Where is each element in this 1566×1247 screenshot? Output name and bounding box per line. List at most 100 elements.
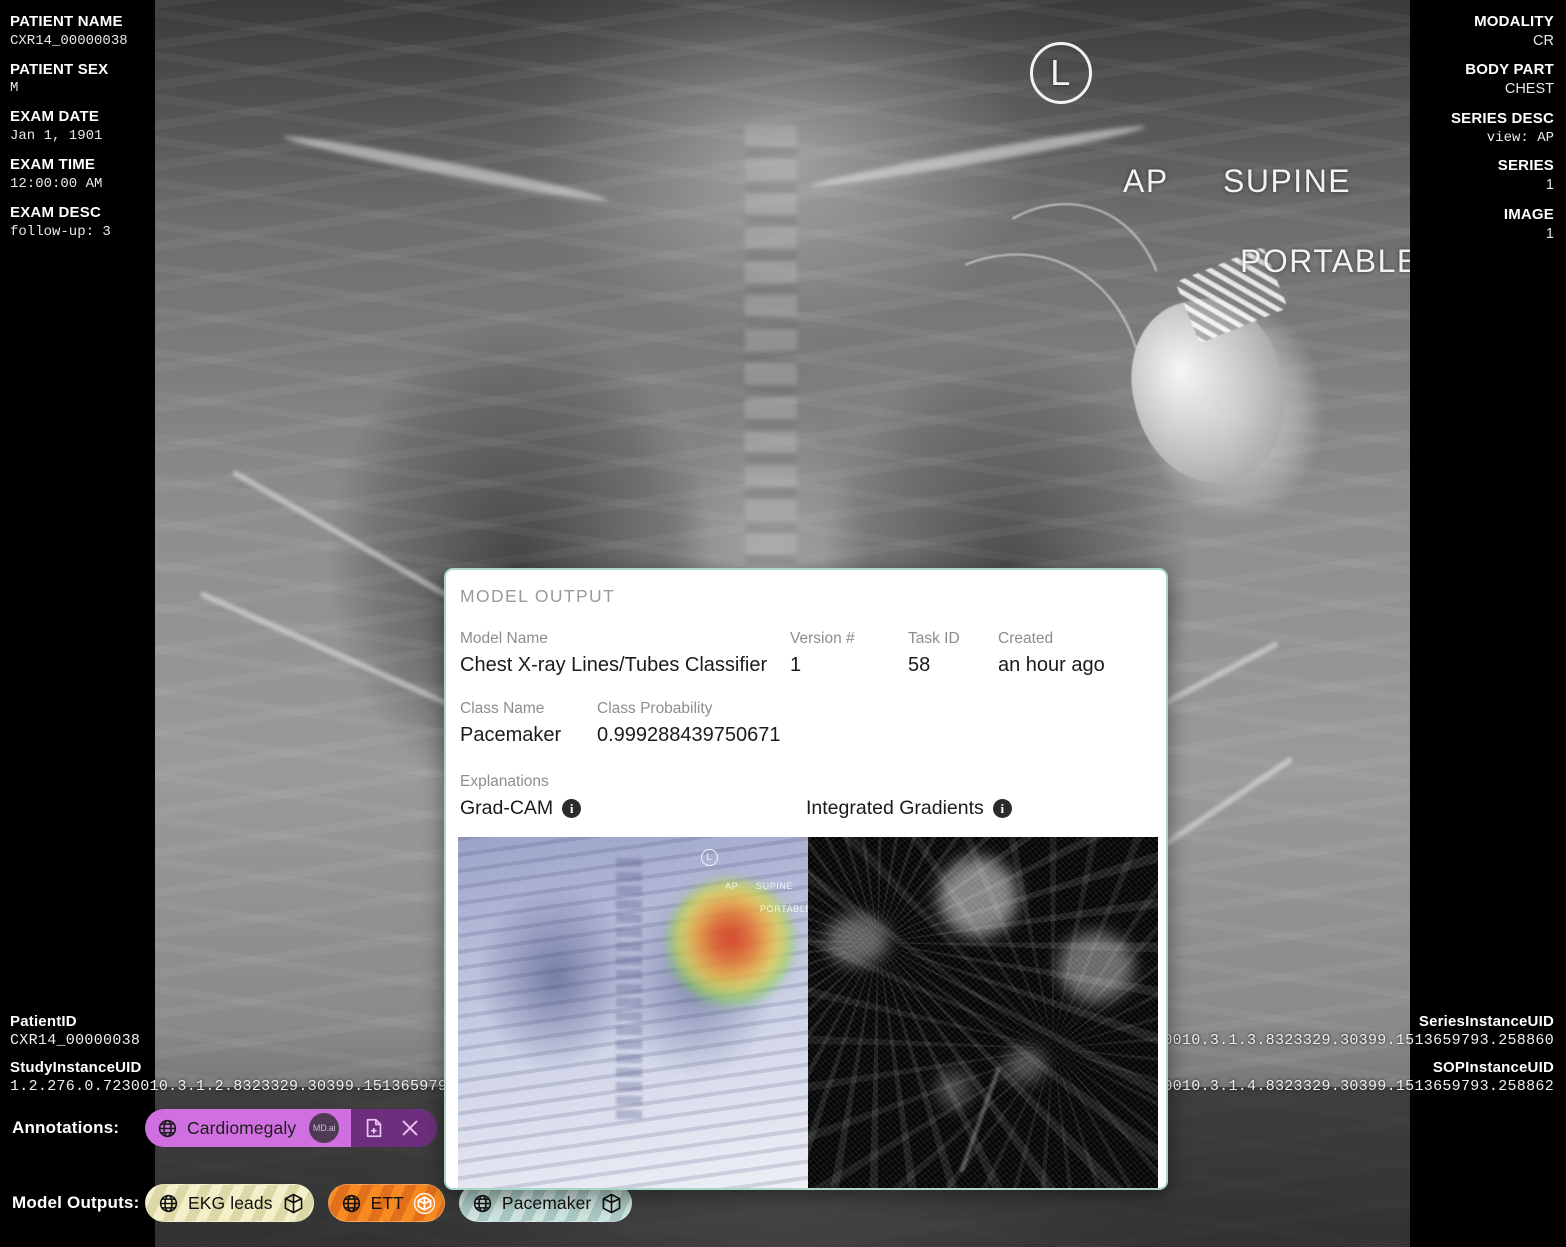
- meta-item-image: IMAGE 1: [1451, 205, 1554, 244]
- info-icon[interactable]: i: [562, 799, 582, 818]
- field-label: Class Name: [460, 700, 545, 717]
- ig-cluster-right: [1058, 932, 1134, 1002]
- projection-marker: AP: [1123, 163, 1169, 199]
- field-task-id: Task ID 58: [908, 630, 998, 677]
- model-output-modal[interactable]: MODEL OUTPUT Model Name Chest X-ray Line…: [444, 568, 1168, 1190]
- field-label: Task ID: [908, 630, 960, 647]
- ig-cluster-lower-left: [936, 1069, 972, 1109]
- field-version: Version # 1: [790, 630, 908, 677]
- meta-label: SOPInstanceUID: [1432, 1059, 1554, 1077]
- gradcam-image[interactable]: L AP SUPINE PORTABLE: [458, 837, 808, 1188]
- globe-icon: [472, 1193, 493, 1214]
- meta-value: 1: [1545, 177, 1554, 194]
- meta-label: StudyInstanceUID: [10, 1059, 142, 1077]
- cube-icon[interactable]: [413, 1192, 436, 1215]
- integrated-gradients-image[interactable]: [808, 837, 1158, 1188]
- explanations-header-row: Grad-CAM i Integrated Gradients i: [460, 797, 1152, 820]
- cube-icon[interactable]: [600, 1192, 623, 1215]
- uid-item-sop-instance-uid: SOPInstanceUID 0.7230010.3.1.4.8323329.3…: [1117, 1058, 1554, 1095]
- meta-item-series: SERIES 1: [1451, 156, 1554, 195]
- field-value: Chest X-ray Lines/Tubes Classifier: [460, 654, 768, 676]
- globe-icon: [158, 1193, 179, 1214]
- meta-label: SERIES: [1497, 157, 1554, 175]
- meta-item-patient-sex: PATIENT SEX M: [10, 60, 128, 99]
- annotation-chip-cardiomegaly[interactable]: Cardiomegaly MD.ai: [145, 1109, 438, 1147]
- meta-value: follow-up: 3: [10, 223, 111, 240]
- meta-value: CR: [1533, 32, 1554, 49]
- modal-body: Model Name Chest X-ray Lines/Tubes Class…: [446, 630, 1166, 820]
- position-marker: SUPINE: [1223, 163, 1352, 199]
- explanation-header-integrated-gradients: Integrated Gradients i: [806, 797, 1152, 820]
- gradcam-projection-marker: AP: [725, 881, 739, 891]
- meta-value: M: [10, 80, 19, 97]
- meta-item-series-desc: SERIES DESC view: AP: [1451, 109, 1554, 148]
- meta-label: PATIENT NAME: [10, 13, 123, 30]
- field-class-name: Class Name Pacemaker: [460, 700, 597, 747]
- meta-label: MODALITY: [1474, 13, 1554, 30]
- explanation-header-gradcam: Grad-CAM i: [460, 797, 806, 820]
- gradcam-laterality-marker-icon: L: [701, 849, 718, 866]
- meta-value: 1: [1545, 225, 1554, 242]
- meta-label: SeriesInstanceUID: [1418, 1013, 1554, 1031]
- model-chip-label: EKG leads: [188, 1192, 273, 1213]
- annotation-chip-actions: [351, 1109, 438, 1147]
- meta-item-exam-desc: EXAM DESC follow-up: 3: [10, 203, 128, 242]
- meta-value: 12:00:00 AM: [10, 175, 103, 192]
- modal-field-row-class: Class Name Pacemaker Class Probability 0…: [460, 700, 1152, 747]
- field-label: Created: [998, 630, 1054, 647]
- study-metadata-panel: MODALITY CR BODY PART CHEST SERIES DESC …: [1451, 12, 1554, 253]
- dicom-viewer: L AP SUPINE PORTABLE PATIENT NAME CXR14_…: [0, 0, 1566, 1247]
- model-chip-body[interactable]: EKG leads: [146, 1185, 313, 1221]
- meta-value: view: AP: [1486, 129, 1554, 146]
- model-chip-label: Pacemaker: [501, 1192, 592, 1213]
- annotation-chip-body[interactable]: Cardiomegaly MD.ai: [145, 1109, 351, 1147]
- field-label: Model Name: [460, 630, 548, 647]
- uid-item-patient-id: PatientID CXR14_00000038: [10, 1012, 503, 1049]
- meta-value: Jan 1, 1901: [10, 128, 103, 145]
- field-label: Class Probability: [597, 700, 713, 717]
- meta-label: EXAM DATE: [10, 108, 100, 126]
- explanation-title: Grad-CAM: [460, 797, 554, 819]
- modal-field-row-primary: Model Name Chest X-ray Lines/Tubes Class…: [460, 630, 1152, 677]
- meta-label: EXAM DESC: [10, 203, 101, 221]
- meta-value: 0.7230010.3.1.4.8323329.30399.1513659793…: [1116, 1078, 1554, 1095]
- meta-item-modality: MODALITY CR: [1451, 12, 1554, 51]
- meta-label: EXAM TIME: [10, 156, 96, 174]
- model-chip-body[interactable]: ETT: [329, 1185, 444, 1221]
- model-outputs-label: Model Outputs:: [12, 1193, 140, 1212]
- field-value: 1: [790, 654, 802, 676]
- uid-item-series-instance-uid: SeriesInstanceUID 0.7230010.3.1.3.832332…: [1117, 1012, 1554, 1049]
- info-icon[interactable]: i: [992, 799, 1012, 818]
- model-chip-body[interactable]: Pacemaker: [460, 1185, 631, 1221]
- meta-label: SERIES DESC: [1450, 109, 1554, 127]
- laterality-marker-icon: L: [1030, 42, 1092, 104]
- uid-item-study-instance-uid: StudyInstanceUID 1.2.276.0.7230010.3.1.2…: [10, 1058, 503, 1095]
- globe-icon: [157, 1118, 178, 1139]
- meta-value: CXR14_00000038: [10, 32, 128, 49]
- ig-cluster-mid: [1004, 1047, 1046, 1083]
- meta-item-exam-time: EXAM TIME 12:00:00 AM: [10, 155, 128, 194]
- field-label: Version #: [790, 630, 855, 647]
- cube-icon[interactable]: [282, 1192, 305, 1215]
- meta-label: BODY PART: [1465, 61, 1554, 79]
- series-uid-panel: SeriesInstanceUID 0.7230010.3.1.3.832332…: [1117, 1012, 1554, 1095]
- model-output-chip-ekg-leads[interactable]: EKG leads: [145, 1184, 314, 1222]
- explanation-images: L AP SUPINE PORTABLE: [458, 837, 1158, 1188]
- gradcam-technique-marker: PORTABLE: [760, 904, 808, 914]
- avatar[interactable]: MD.ai: [309, 1113, 340, 1143]
- gradcam-hotspot: [668, 879, 794, 1006]
- meta-label: PatientID: [10, 1013, 77, 1031]
- meta-label: IMAGE: [1503, 205, 1554, 223]
- ig-cluster-top-center: [938, 857, 1018, 937]
- meta-value: CXR14_00000038: [10, 1032, 141, 1050]
- close-icon[interactable]: [399, 1117, 421, 1139]
- add-to-dataset-icon[interactable]: [363, 1117, 385, 1139]
- model-chip-label: ETT: [370, 1192, 404, 1213]
- field-value: 58: [908, 654, 931, 676]
- model-output-chip-ett[interactable]: ETT: [327, 1184, 445, 1222]
- field-value: Pacemaker: [460, 724, 562, 746]
- modal-title: MODEL OUTPUT: [460, 586, 616, 606]
- meta-item-exam-date: EXAM DATE Jan 1, 1901: [10, 107, 128, 146]
- gradcam-position-marker: SUPINE: [756, 881, 794, 891]
- patient-metadata-panel: PATIENT NAME CXR14_00000038 PATIENT SEX …: [10, 12, 128, 250]
